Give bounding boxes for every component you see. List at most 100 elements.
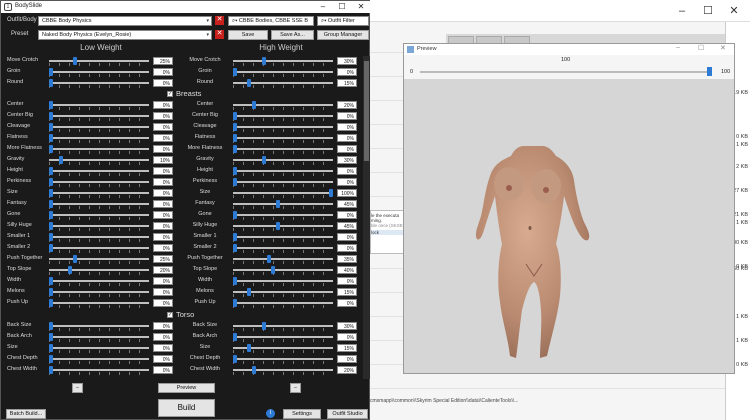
high-slider-thumb[interactable] [233,123,237,131]
high-value-field[interactable]: 0% [337,167,357,175]
high-slider-thumb[interactable] [233,68,237,76]
high-slider-thumb[interactable] [233,277,237,285]
low-slider-thumb[interactable] [58,156,63,164]
high-slider-thumb[interactable] [247,344,252,352]
high-slider-track[interactable] [233,258,333,260]
high-value-field[interactable]: 15% [337,79,357,87]
high-slider-track[interactable] [233,336,333,338]
body-model-render[interactable] [464,124,604,369]
low-slider-thumb[interactable] [49,244,53,252]
high-slider-thumb[interactable] [329,189,333,197]
low-slider-thumb[interactable] [49,178,53,186]
low-value-field[interactable]: 0% [153,366,173,374]
close-icon[interactable]: ✕ [351,1,371,13]
outfit-filter-input[interactable]: ⌕▾ Outfit Filter [317,16,369,26]
low-slider-thumb[interactable] [49,355,53,363]
low-value-field[interactable]: 25% [153,255,173,263]
low-slider-thumb[interactable] [49,299,53,307]
low-slider-thumb[interactable] [49,167,53,175]
high-slider-track[interactable] [233,104,333,106]
low-value-field[interactable]: 0% [153,167,173,175]
high-value-field[interactable]: 35% [337,255,357,263]
high-slider-track[interactable] [233,325,333,327]
high-slider-track[interactable] [233,60,333,62]
high-slider-track[interactable] [233,247,333,249]
save-button[interactable]: Save [228,30,268,40]
high-weight-minus-button[interactable]: − [290,383,301,393]
low-slider-thumb[interactable] [49,79,53,87]
high-slider-thumb[interactable] [261,156,266,164]
low-slider-track[interactable] [49,247,149,249]
low-slider-track[interactable] [49,325,149,327]
high-slider-thumb[interactable] [233,233,237,241]
high-value-field[interactable]: 40% [337,266,357,274]
high-value-field[interactable]: 0% [337,211,357,219]
clear-outfit-button[interactable]: ✕ [215,16,224,25]
torso-section-toggle[interactable]: ✓ Torso [167,310,194,319]
high-slider-thumb[interactable] [276,222,281,230]
high-slider-thumb[interactable] [233,333,237,341]
high-slider-track[interactable] [233,126,333,128]
low-slider-thumb[interactable] [49,112,53,120]
high-value-field[interactable]: 0% [337,68,357,76]
high-slider-thumb[interactable] [247,288,252,296]
high-value-field[interactable]: 20% [337,366,357,374]
low-slider-track[interactable] [49,170,149,172]
low-slider-track[interactable] [49,181,149,183]
low-slider-track[interactable] [49,214,149,216]
weight-slider-track[interactable] [420,71,712,73]
low-value-field[interactable]: 0% [153,79,173,87]
high-slider-thumb[interactable] [276,200,281,208]
preset-select[interactable]: Naked Body Physics (Evelyn_Rosie) ▾ [38,30,212,40]
high-slider-track[interactable] [233,280,333,282]
low-value-field[interactable]: 25% [153,57,173,65]
high-slider-thumb[interactable] [266,255,271,263]
batch-build-button[interactable]: Batch Build... [6,409,46,419]
high-slider-thumb[interactable] [233,145,237,153]
low-value-field[interactable]: 0% [153,233,173,241]
low-slider-thumb[interactable] [73,57,77,65]
high-slider-thumb[interactable] [247,79,252,87]
high-slider-track[interactable] [233,192,333,194]
low-value-field[interactable]: 0% [153,178,173,186]
high-value-field[interactable]: 0% [337,123,357,131]
low-slider-track[interactable] [49,302,149,304]
preview-button[interactable]: Preview [158,383,215,393]
low-slider-thumb[interactable] [49,68,53,76]
low-slider-thumb[interactable] [49,344,53,352]
checkbox-icon[interactable]: ✓ [167,312,173,319]
low-slider-track[interactable] [49,115,149,117]
high-slider-thumb[interactable] [233,355,237,363]
low-slider-thumb[interactable] [49,189,53,197]
low-value-field[interactable]: 0% [153,112,173,120]
low-value-field[interactable]: 0% [153,145,173,153]
weight-slider-thumb[interactable] [707,67,712,76]
outfit-body-select[interactable]: CBBE Body Physics ▾ [38,16,212,26]
low-slider-thumb[interactable] [49,222,53,230]
low-value-field[interactable]: 0% [153,200,173,208]
low-slider-track[interactable] [49,358,149,360]
low-slider-track[interactable] [49,82,149,84]
minimize-icon[interactable]: – [313,1,333,13]
low-slider-track[interactable] [49,104,149,106]
scrollbar-thumb[interactable] [364,61,369,161]
high-value-field[interactable]: 100% [337,189,357,197]
high-value-field[interactable]: 0% [337,333,357,341]
low-slider-track[interactable] [49,60,149,62]
low-slider-thumb[interactable] [49,123,53,131]
high-slider-thumb[interactable] [261,57,266,65]
low-slider-track[interactable] [49,225,149,227]
low-slider-thumb[interactable] [49,233,53,241]
low-slider-track[interactable] [49,336,149,338]
low-slider-thumb[interactable] [49,322,53,330]
high-slider-track[interactable] [233,170,333,172]
low-value-field[interactable]: 0% [153,299,173,307]
high-value-field[interactable]: 30% [337,322,357,330]
checkbox-icon[interactable]: ✓ [167,91,173,98]
low-slider-track[interactable] [49,369,149,371]
high-value-field[interactable]: 0% [337,178,357,186]
build-button[interactable]: Build [158,399,215,417]
high-slider-thumb[interactable] [252,366,257,374]
info-icon[interactable]: i [266,409,275,418]
high-slider-thumb[interactable] [233,299,237,307]
